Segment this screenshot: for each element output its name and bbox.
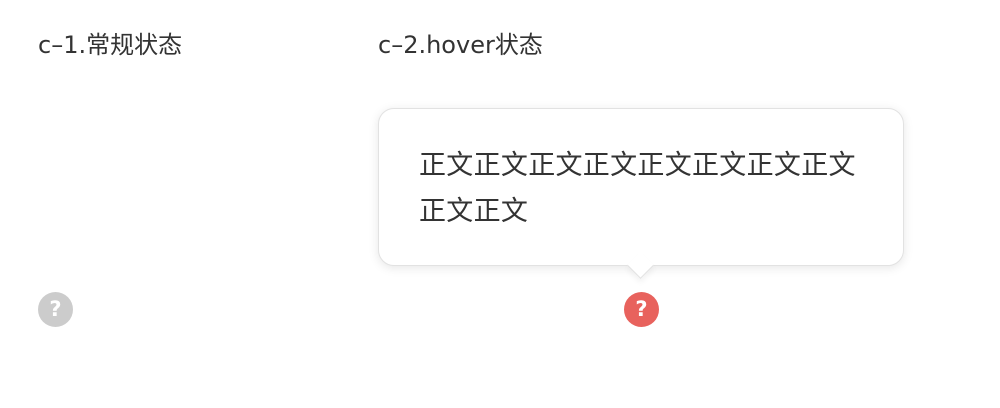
help-tooltip: 正文正文正文正文正文正文正文正文正文正文 xyxy=(378,108,904,279)
tooltip-arrow xyxy=(627,252,654,279)
help-question-icon-normal[interactable]: ? xyxy=(38,292,73,327)
normal-state-label: c–1.常规状态 xyxy=(38,31,183,59)
help-question-icon-hover[interactable]: ? xyxy=(624,292,659,327)
tooltip-body-text: 正文正文正文正文正文正文正文正文正文正文 xyxy=(419,150,856,227)
hover-state-label: c–2.hover状态 xyxy=(378,31,543,59)
